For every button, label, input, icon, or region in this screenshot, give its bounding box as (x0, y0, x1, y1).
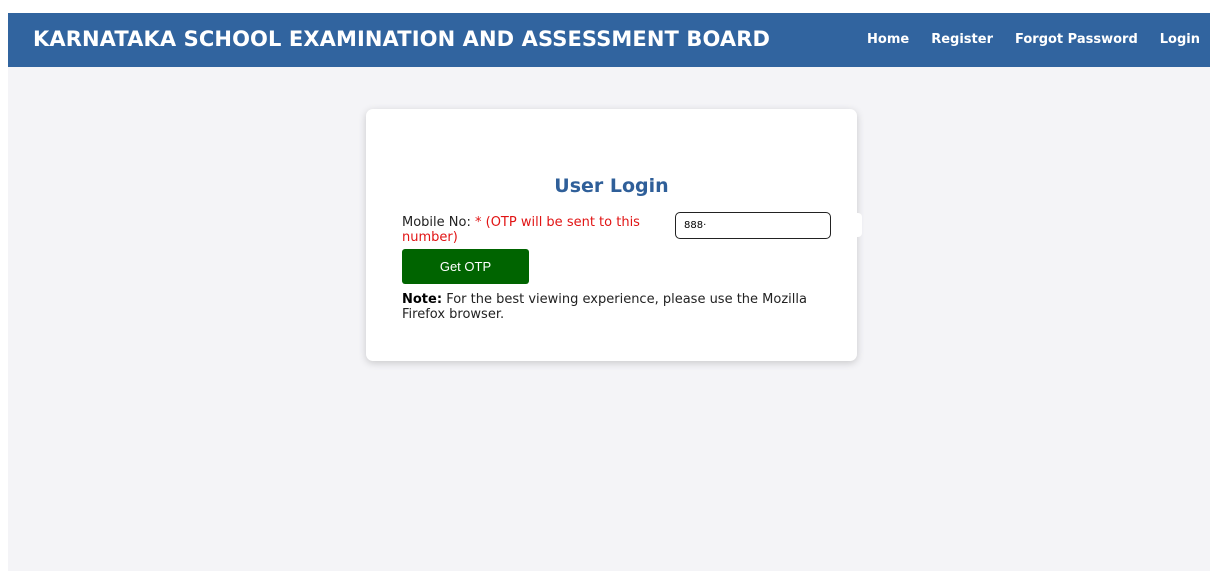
mobile-input-extension (832, 213, 862, 237)
get-otp-button[interactable]: Get OTP (402, 249, 529, 284)
note-label: Note: (402, 292, 443, 307)
mobile-field-label: Mobile No: * (OTP will be sent to this n… (402, 215, 662, 245)
nav-register-link[interactable]: Register (931, 32, 993, 47)
login-card: User Login Mobile No: * (OTP will be sen… (366, 109, 862, 361)
site-header: KARNATAKA SCHOOL EXAMINATION AND ASSESSM… (8, 13, 1210, 67)
site-title: KARNATAKA SCHOOL EXAMINATION AND ASSESSM… (33, 27, 771, 51)
nav-forgot-password-link[interactable]: Forgot Password (1015, 32, 1138, 47)
mobile-number-input[interactable] (675, 212, 831, 239)
browser-note: Note: For the best viewing experience, p… (402, 292, 832, 322)
nav-login-link[interactable]: Login (1160, 32, 1200, 47)
login-title: User Login (554, 174, 669, 197)
top-navigation: Home Register Forgot Password Login (845, 32, 1200, 47)
mobile-label-text: Mobile No: (402, 215, 471, 230)
page-frame: KARNATAKA SCHOOL EXAMINATION AND ASSESSM… (8, 13, 1210, 571)
note-text: For the best viewing experience, please … (402, 292, 807, 322)
nav-home-link[interactable]: Home (867, 32, 909, 47)
